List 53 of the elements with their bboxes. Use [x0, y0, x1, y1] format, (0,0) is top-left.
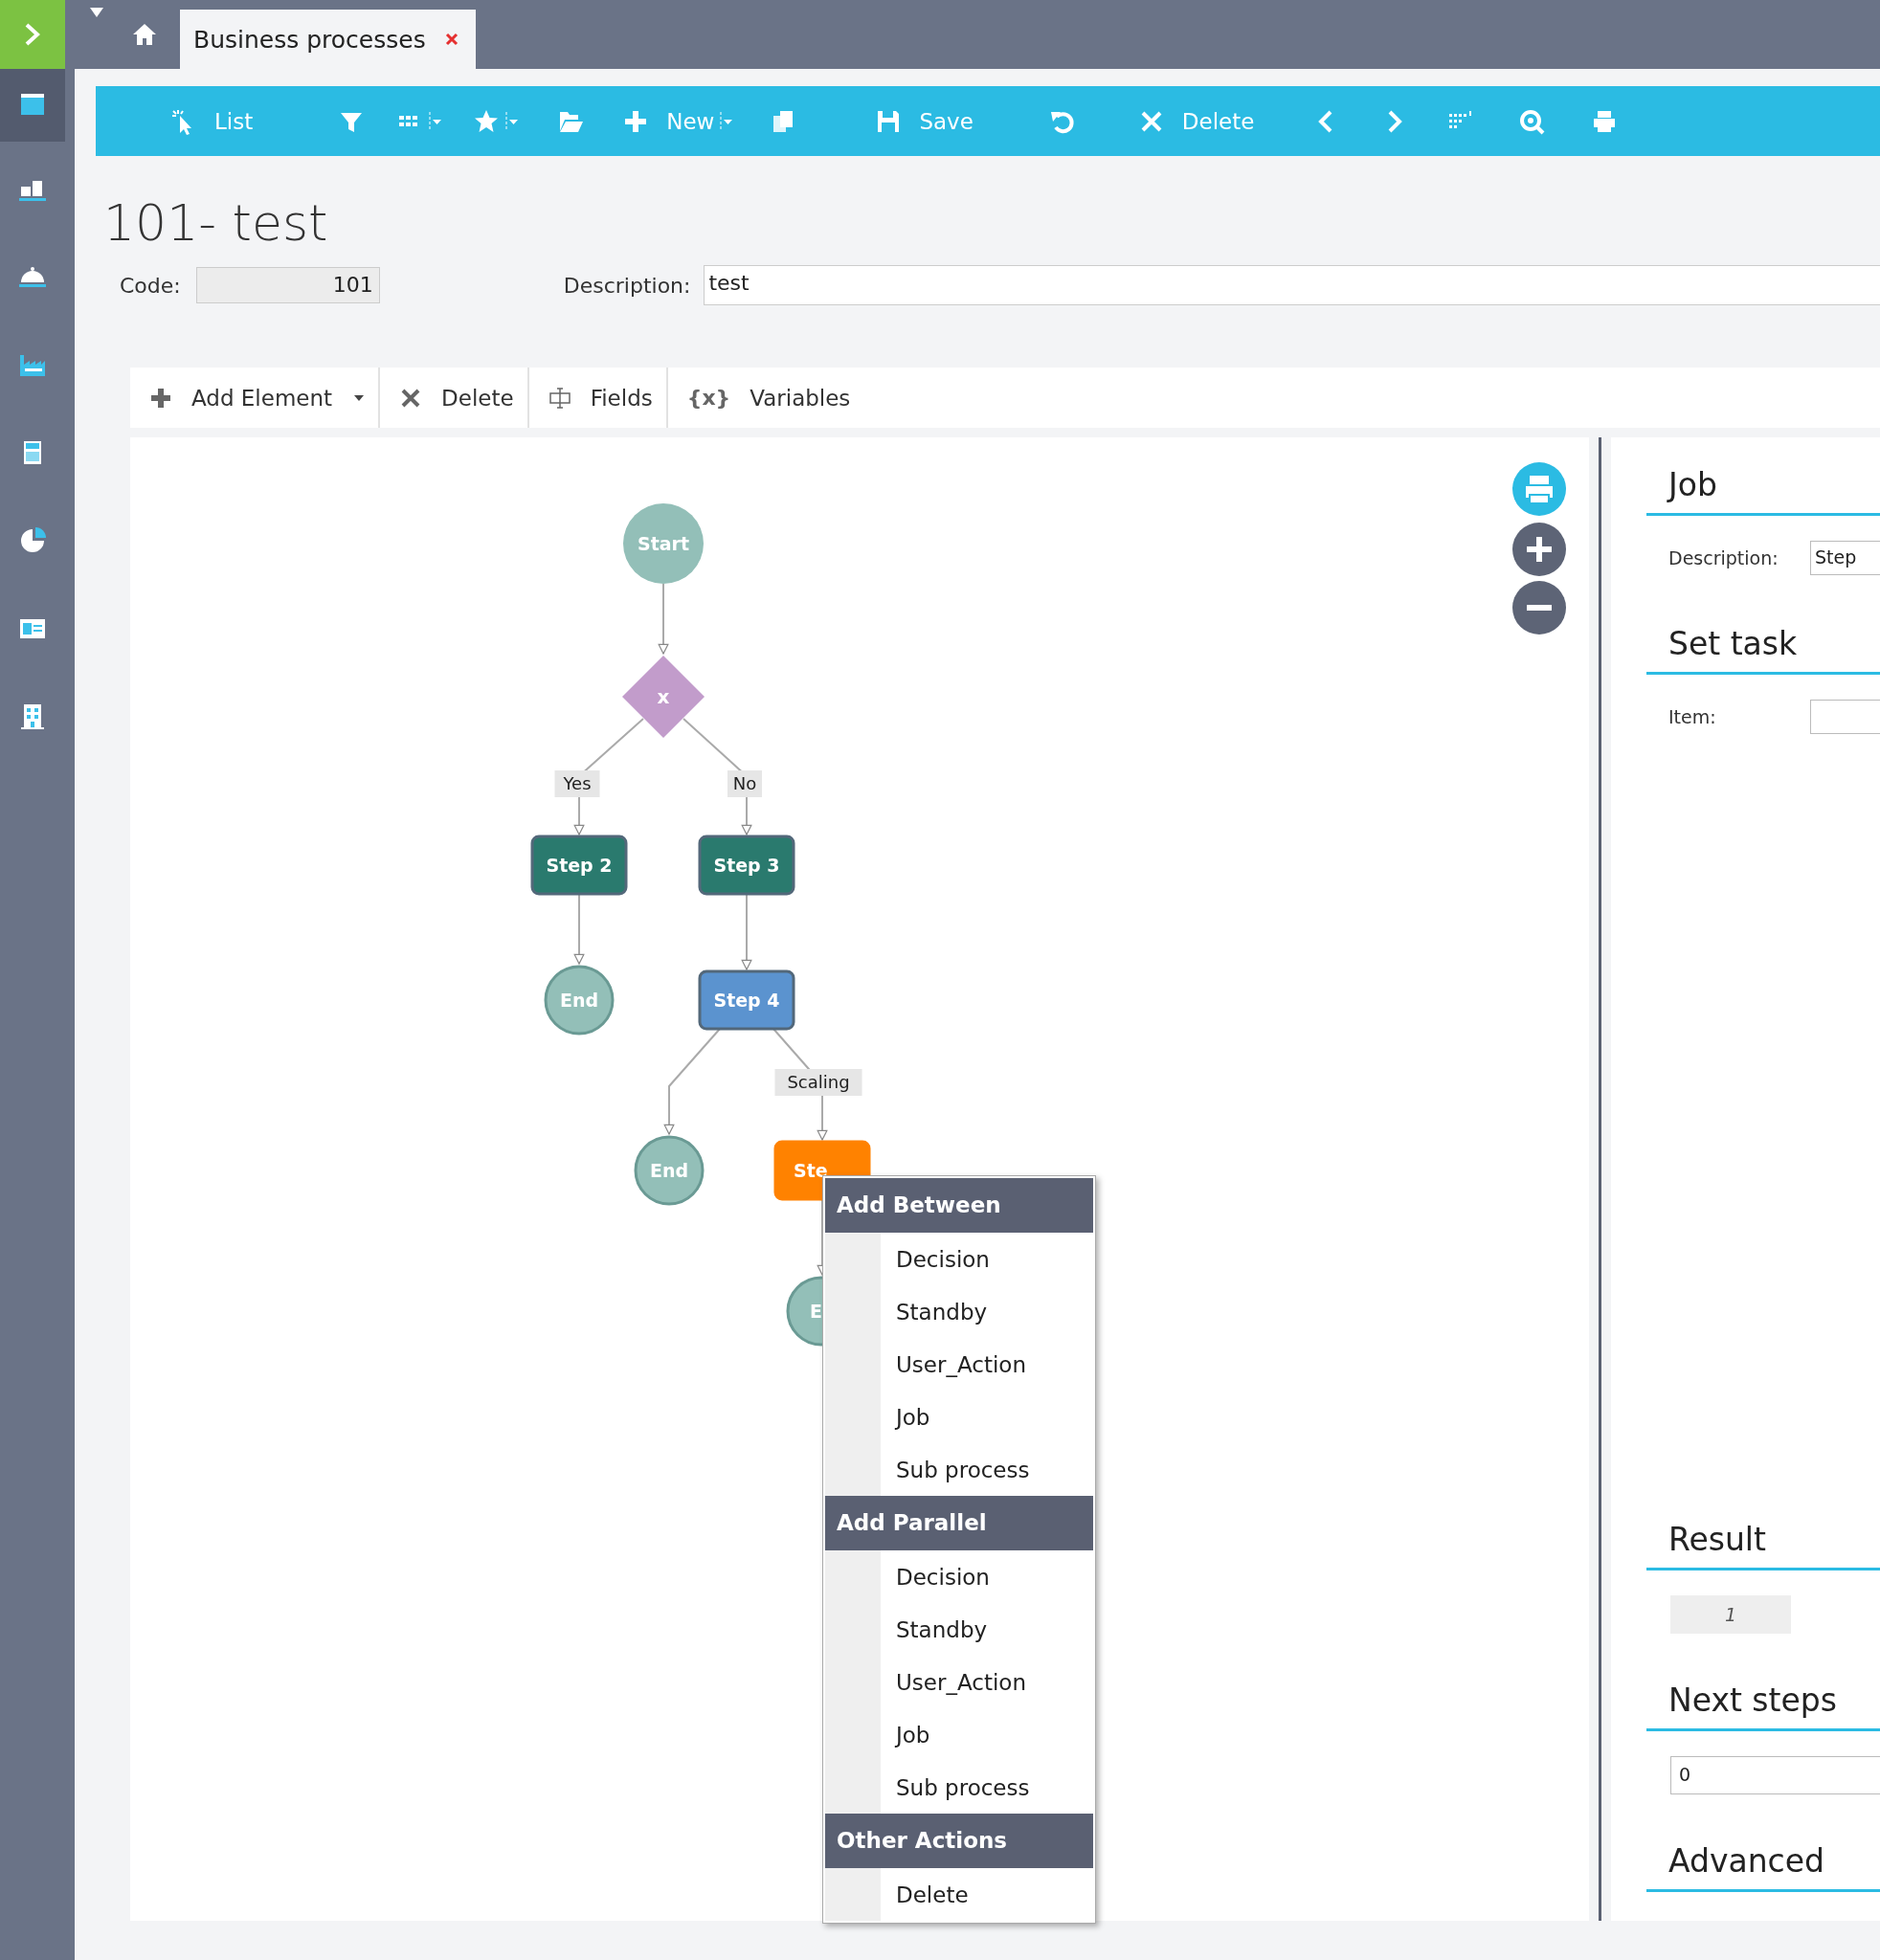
section-heading: Set task — [1646, 596, 1880, 676]
menu-item[interactable]: Sub process — [896, 1774, 1030, 1800]
field-label: Code: — [120, 273, 181, 298]
input-field[interactable] — [1810, 700, 1880, 735]
zoom-in-button[interactable] — [1512, 523, 1566, 577]
chevron-right-icon — [24, 22, 41, 47]
section-heading: Result — [1646, 1492, 1880, 1571]
text-field-icon — [548, 386, 571, 410]
process-step[interactable]: Step 3 — [698, 835, 795, 896]
menu-item[interactable]: Delete — [896, 1882, 969, 1907]
field-label: Item: — [1668, 706, 1717, 728]
edge-label: Scaling — [774, 1069, 862, 1097]
menu-item[interactable]: User_Action — [896, 1351, 1026, 1377]
tab[interactable]: Business processes — [180, 10, 476, 69]
input-field[interactable]: Step — [1810, 541, 1880, 576]
toolbar-button[interactable]: Add Element — [130, 368, 381, 429]
toolbar-button[interactable]: {x} Variables — [667, 368, 864, 429]
section-heading: Advanced — [1646, 1814, 1880, 1893]
menu-item[interactable]: Job — [896, 1722, 930, 1748]
toolbar-button[interactable]: Delete — [380, 368, 529, 429]
close-icon[interactable] — [444, 33, 459, 46]
description-field[interactable]: test — [704, 265, 1880, 306]
search-icon — [1518, 107, 1546, 135]
caret-icon — [353, 393, 366, 402]
menu-item[interactable]: Job — [896, 1404, 930, 1430]
home-icon[interactable] — [132, 23, 157, 46]
section-heading: Job — [1646, 437, 1880, 517]
code-field[interactable]: 101 — [195, 267, 380, 304]
expand-button[interactable] — [0, 0, 65, 69]
menu-item[interactable]: User_Action — [896, 1669, 1026, 1695]
menu-section-header: Other Actions — [825, 1814, 1093, 1868]
menu-item[interactable]: Decision — [896, 1246, 990, 1272]
edge-label: No — [727, 770, 762, 798]
result-field: 1 — [1670, 1595, 1791, 1635]
field-label: Description: — [1668, 547, 1779, 569]
zoom-out-button[interactable] — [1512, 581, 1566, 635]
plus-icon — [149, 386, 172, 410]
sidebar-item[interactable] — [0, 69, 65, 142]
menu-item[interactable]: Standby — [896, 1299, 988, 1325]
input-field[interactable]: 0 — [1670, 1756, 1880, 1795]
record-title: 101- test — [103, 196, 329, 252]
menu-section-header: Add Parallel — [825, 1496, 1093, 1550]
menu-item[interactable]: Sub process — [896, 1457, 1030, 1482]
print-button[interactable] — [1512, 462, 1566, 517]
toolbar-button[interactable]: Fields — [528, 368, 668, 429]
menu-item[interactable]: Standby — [896, 1616, 988, 1642]
dropdown-caret-icon[interactable] — [90, 8, 103, 17]
process-step[interactable]: Step 2 — [530, 835, 628, 896]
section-heading: Next steps — [1646, 1653, 1880, 1732]
edge-label: Yes — [554, 770, 600, 798]
field-label: Description: — [563, 273, 691, 298]
menu-item[interactable]: Decision — [896, 1564, 990, 1590]
menu-section-header: Add Between — [825, 1178, 1093, 1233]
